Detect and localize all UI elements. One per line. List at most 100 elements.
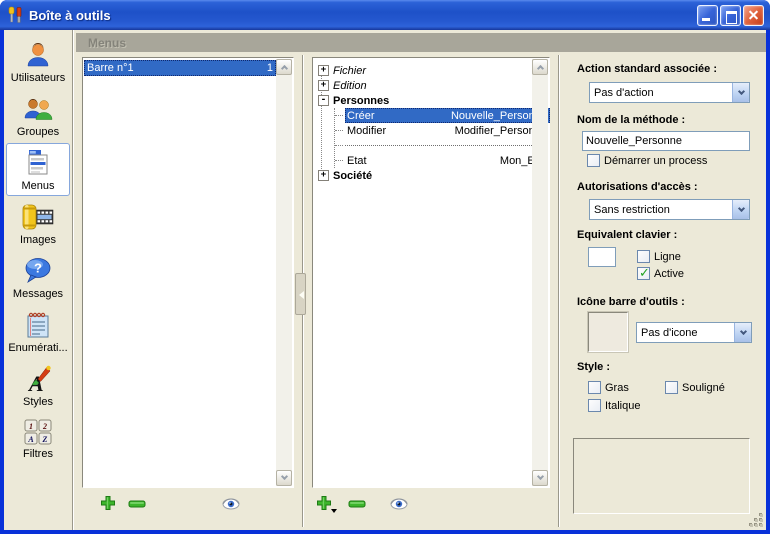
notepad-icon: [23, 310, 53, 340]
menu-tree-panel: + Fichier + Edition - Personnes Créer No…: [312, 57, 550, 488]
expand-icon[interactable]: +: [318, 80, 329, 91]
checkbox-icon[interactable]: [587, 154, 600, 167]
checkbox-icon[interactable]: [588, 381, 601, 394]
menu-widget-icon: [22, 148, 54, 178]
sidebar-item-messages[interactable]: ? Messages: [6, 251, 70, 304]
sidebar-item-label: Utilisateurs: [11, 72, 65, 84]
action-select[interactable]: Pas d'action: [589, 82, 750, 103]
method-label: Nom de la méthode :: [577, 114, 685, 126]
add-menu-dropdown-icon[interactable]: [331, 509, 337, 513]
chevron-down-icon[interactable]: [732, 200, 749, 219]
toolbar-icon-label: Icône barre d'outils :: [577, 296, 685, 308]
ligne-checkbox[interactable]: Ligne: [637, 250, 681, 263]
checkbox-icon[interactable]: [588, 399, 601, 412]
remove-menu-entry-icon[interactable]: [348, 500, 366, 508]
question-bubble-icon: ?: [23, 256, 53, 286]
svg-text:?: ?: [34, 261, 42, 276]
titlebar[interactable]: Boîte à outils: [0, 0, 770, 30]
italique-checkbox[interactable]: Italique: [588, 399, 640, 412]
tree-item-separator[interactable]: [335, 138, 550, 153]
minimize-button[interactable]: [697, 5, 718, 26]
scroll-down-icon[interactable]: [532, 470, 548, 486]
client-area: Utilisateurs Groupes: [4, 30, 766, 530]
italique-label: Italique: [605, 400, 640, 412]
tree-item-label: Edition: [333, 80, 367, 92]
svg-text:Z: Z: [42, 435, 48, 444]
souligne-checkbox[interactable]: Souligné: [665, 381, 725, 394]
tree-item-etat[interactable]: Etat Mon_Etat: [335, 153, 550, 168]
chevron-down-icon[interactable]: [732, 83, 749, 102]
sidebar-item-filtres[interactable]: 1 2 A Z Filtres: [6, 413, 70, 464]
gras-checkbox[interactable]: Gras: [588, 381, 629, 394]
sidebar-item-label: Messages: [13, 288, 63, 300]
bars-list-panel: Barre n°1 1: [82, 57, 294, 488]
bars-scrollbar[interactable]: [276, 59, 292, 486]
sidebar-item-utilisateurs[interactable]: Utilisateurs: [6, 35, 70, 88]
chevron-down-icon[interactable]: [734, 323, 751, 342]
resize-grip[interactable]: [749, 513, 763, 527]
sidebar-item-groupes[interactable]: Groupes: [6, 89, 70, 142]
tree-item-label: Société: [333, 170, 372, 182]
process-checkbox[interactable]: Démarrer un process: [587, 154, 707, 167]
menu-tree[interactable]: + Fichier + Edition - Personnes Créer No…: [314, 60, 550, 183]
maximize-button[interactable]: [720, 5, 741, 26]
action-label: Action standard associée :: [577, 63, 717, 75]
menu-entry-label: Créer: [347, 110, 375, 122]
expand-icon[interactable]: +: [318, 65, 329, 76]
expand-icon[interactable]: +: [318, 170, 329, 181]
action-value: Pas d'action: [590, 87, 732, 99]
tree-item-personnes[interactable]: - Personnes: [316, 93, 550, 108]
checkbox-icon[interactable]: [665, 381, 678, 394]
tree-item-societe[interactable]: + Société: [316, 168, 550, 183]
access-value: Sans restriction: [590, 204, 732, 216]
paintbrush-letter-icon: A: [23, 364, 53, 394]
sidebar-item-images[interactable]: Images: [6, 197, 70, 250]
list-item-barre1[interactable]: Barre n°1 1: [84, 60, 276, 76]
shortcut-key-input[interactable]: [588, 247, 616, 267]
toolbox-window: Boîte à outils Utilisateurs: [0, 0, 770, 534]
svg-text:2: 2: [42, 422, 47, 431]
separator-line: [345, 145, 548, 146]
tree-item-creer[interactable]: Créer Nouvelle_Personne: [335, 108, 550, 123]
sidebar-item-menus[interactable]: Menus: [6, 143, 70, 196]
access-label: Autorisations d'accès :: [577, 181, 698, 193]
film-roll-icon: [21, 202, 55, 232]
method-input[interactable]: [582, 131, 750, 151]
add-bar-icon[interactable]: [100, 495, 116, 511]
user-icon: [23, 40, 53, 70]
sidebar-item-enumerations[interactable]: Enumérati...: [6, 305, 70, 358]
icon-select[interactable]: Pas d'icone: [636, 322, 752, 343]
checkbox-icon[interactable]: [637, 250, 650, 263]
sidebar-item-styles[interactable]: A Styles: [6, 359, 70, 412]
remove-bar-icon[interactable]: [128, 500, 146, 508]
add-menu-entry-icon[interactable]: [316, 495, 332, 511]
access-select[interactable]: Sans restriction: [589, 199, 750, 220]
preview-menu-eye-icon[interactable]: [390, 497, 408, 511]
souligne-label: Souligné: [682, 382, 725, 394]
section-header: Menus: [76, 33, 766, 52]
scroll-up-icon[interactable]: [276, 59, 292, 75]
icon-preview-box[interactable]: [588, 312, 628, 352]
close-button[interactable]: [743, 5, 764, 26]
preview-bar-eye-icon[interactable]: [222, 497, 240, 511]
collapse-icon[interactable]: -: [318, 95, 329, 106]
sidebar-item-label: Menus: [21, 180, 54, 192]
tree-scrollbar[interactable]: [532, 59, 548, 486]
sidebar-item-label: Filtres: [23, 448, 53, 460]
scroll-down-icon[interactable]: [276, 470, 292, 486]
checkbox-checked-icon[interactable]: ✓: [637, 267, 650, 280]
tree-item-fichier[interactable]: + Fichier: [316, 63, 550, 78]
shortcut-label: Equivalent clavier :: [577, 229, 677, 241]
active-checkbox[interactable]: ✓ Active: [637, 267, 684, 280]
icon-value: Pas d'icone: [637, 327, 734, 339]
tree-item-edition[interactable]: + Edition: [316, 78, 550, 93]
bars-list[interactable]: Barre n°1 1: [84, 60, 276, 485]
window-title: Boîte à outils: [29, 8, 111, 23]
splitter-handle[interactable]: [295, 273, 306, 315]
keyboard-keys-icon: 1 2 A Z: [22, 418, 54, 446]
tree-item-label: Fichier: [333, 65, 366, 77]
menu-preview-box: [573, 438, 750, 514]
tree-children: Créer Nouvelle_Personne Modifier Modifie…: [334, 108, 550, 168]
menu-entry-label: Modifier: [347, 125, 386, 137]
tree-item-modifier[interactable]: Modifier Modifier_Personne: [335, 123, 550, 138]
